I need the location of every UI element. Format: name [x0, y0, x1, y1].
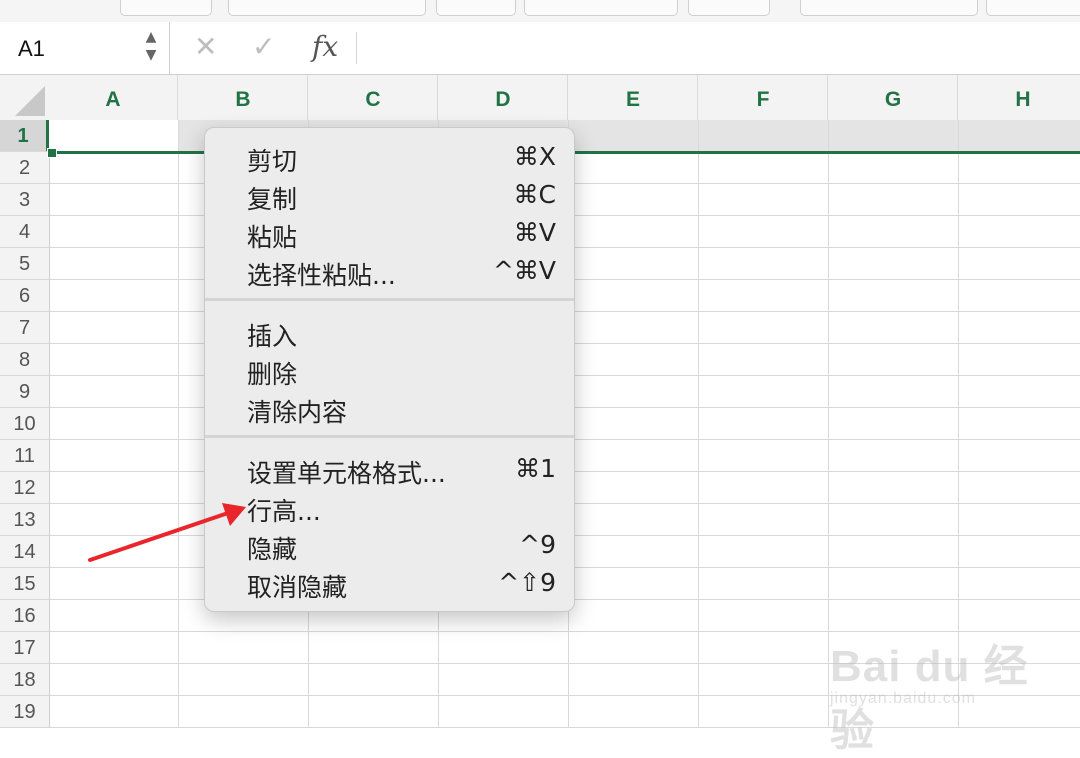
menu-item[interactable]: 复制 ⌘C — [205, 176, 574, 214]
chevron-up-icon[interactable]: ▲ — [140, 28, 162, 46]
menu-item-shortcut: ⌘C — [513, 180, 556, 209]
row-header-14[interactable]: 14 — [0, 536, 49, 568]
menu-separator — [205, 298, 574, 301]
row-header-6[interactable]: 6 — [0, 280, 49, 312]
menu-item-label: 剪切 — [247, 147, 298, 176]
menu-item-label: 插入 — [247, 322, 298, 351]
menu-item[interactable]: 取消隐藏 ^⇧9 — [205, 564, 574, 602]
column-header-f[interactable]: F — [699, 75, 828, 120]
select-all-triangle-icon — [15, 86, 45, 116]
row-header-12[interactable]: 12 — [0, 472, 49, 504]
gridline-vertical — [178, 120, 179, 728]
menu-item-label: 取消隐藏 — [247, 573, 348, 602]
menu-item-shortcut: ⌘1 — [515, 454, 556, 483]
check-icon[interactable]: ✓ — [252, 30, 275, 63]
menu-item[interactable]: 剪切 ⌘X — [205, 138, 574, 176]
row-header-5[interactable]: 5 — [0, 248, 49, 280]
menu-item-shortcut: ^⇧9 — [498, 568, 556, 597]
menu-item[interactable]: 插入 — [205, 313, 574, 351]
menu-item-shortcut: ^9 — [519, 530, 556, 559]
column-header-row: ABCDEFGH — [49, 75, 1080, 123]
menu-item-label: 隐藏 — [247, 535, 298, 564]
menu-item-label: 复制 — [247, 185, 298, 214]
menu-item-shortcut: ^⌘V — [492, 256, 556, 285]
name-box-spinner[interactable]: ▲ ▼ — [140, 28, 162, 68]
row-header-7[interactable]: 7 — [0, 312, 49, 344]
column-header-h[interactable]: H — [959, 75, 1080, 120]
column-header-a[interactable]: A — [49, 75, 178, 120]
column-header-g[interactable]: G — [829, 75, 958, 120]
toolbar-button[interactable] — [688, 0, 770, 16]
menu-item-label: 粘贴 — [247, 223, 298, 252]
row-header-18[interactable]: 18 — [0, 664, 49, 696]
context-menu: 剪切 ⌘X 复制 ⌘C 粘贴 ⌘V 选择性粘贴... ^⌘V 插入删除清除内容设置单元格格式..… — [204, 127, 575, 612]
cancel-icon[interactable]: ✕ — [194, 30, 217, 63]
formula-bar: A1 ▲ ▼ ✕ ✓ fx — [0, 22, 1080, 75]
formula-separator — [356, 32, 357, 64]
menu-item-shortcut: ⌘X — [513, 142, 556, 171]
insert-function-icon[interactable]: fx — [312, 30, 338, 63]
active-cell-a1[interactable] — [49, 120, 179, 152]
column-header-e[interactable]: E — [569, 75, 698, 120]
row-header-15[interactable]: 15 — [0, 568, 49, 600]
row-header-column: 1 2 3 4 5 6 7 8 9 10 11 12 13 14 15 16 17 18 19 — [0, 120, 50, 728]
toolbar-button[interactable] — [524, 0, 678, 16]
toolbar-button[interactable] — [120, 0, 212, 16]
menu-item[interactable]: 隐藏 ^9 — [205, 526, 574, 564]
column-header-c[interactable]: C — [309, 75, 438, 120]
watermark: Bai du 经验 jingyan.baidu.com — [830, 612, 1050, 755]
watermark-url: jingyan.baidu.com — [830, 690, 976, 707]
toolbar-button[interactable] — [800, 0, 978, 16]
menu-item[interactable]: 选择性粘贴... ^⌘V — [205, 252, 574, 290]
select-all-button[interactable] — [0, 75, 50, 121]
row-header-4[interactable]: 4 — [0, 216, 49, 248]
menu-item-label: 删除 — [247, 360, 298, 389]
row-header-11[interactable]: 11 — [0, 440, 49, 472]
row-header-10[interactable]: 10 — [0, 408, 49, 440]
menu-item[interactable]: 删除 — [205, 351, 574, 389]
gridline-vertical — [698, 120, 699, 728]
menu-separator — [205, 435, 574, 438]
menu-item-label: 设置单元格格式... — [247, 459, 446, 488]
chevron-down-icon[interactable]: ▼ — [140, 46, 162, 64]
menu-item[interactable]: 粘贴 ⌘V — [205, 214, 574, 252]
menu-item-label: 行高... — [247, 497, 321, 526]
name-box[interactable]: A1 ▲ ▼ — [0, 22, 170, 74]
menu-item[interactable]: 行高... — [205, 488, 574, 526]
row-header-1[interactable]: 1 — [0, 120, 49, 152]
row-header-3[interactable]: 3 — [0, 184, 49, 216]
column-header-b[interactable]: B — [179, 75, 308, 120]
formula-input[interactable] — [370, 30, 1074, 68]
row-header-19[interactable]: 19 — [0, 696, 49, 728]
name-box-value: A1 — [18, 36, 45, 61]
row-header-17[interactable]: 17 — [0, 632, 49, 664]
menu-item[interactable]: 设置单元格格式... ⌘1 — [205, 450, 574, 488]
column-header-d[interactable]: D — [439, 75, 568, 120]
row-header-8[interactable]: 8 — [0, 344, 49, 376]
menu-item[interactable]: 清除内容 — [205, 389, 574, 427]
row-header-16[interactable]: 16 — [0, 600, 49, 632]
menu-item-shortcut: ⌘V — [513, 218, 556, 247]
row-header-2[interactable]: 2 — [0, 152, 49, 184]
gridline-vertical — [828, 120, 829, 728]
menu-item-label: 清除内容 — [247, 398, 348, 427]
toolbar-button[interactable] — [986, 0, 1080, 16]
font-name-dropdown[interactable] — [228, 0, 426, 16]
ribbon-toolbar-strip — [0, 0, 1080, 23]
row-header-13[interactable]: 13 — [0, 504, 49, 536]
row-header-9[interactable]: 9 — [0, 376, 49, 408]
fill-handle[interactable] — [47, 148, 57, 158]
font-size-dropdown[interactable] — [436, 0, 516, 16]
menu-item-label: 选择性粘贴... — [247, 261, 396, 290]
